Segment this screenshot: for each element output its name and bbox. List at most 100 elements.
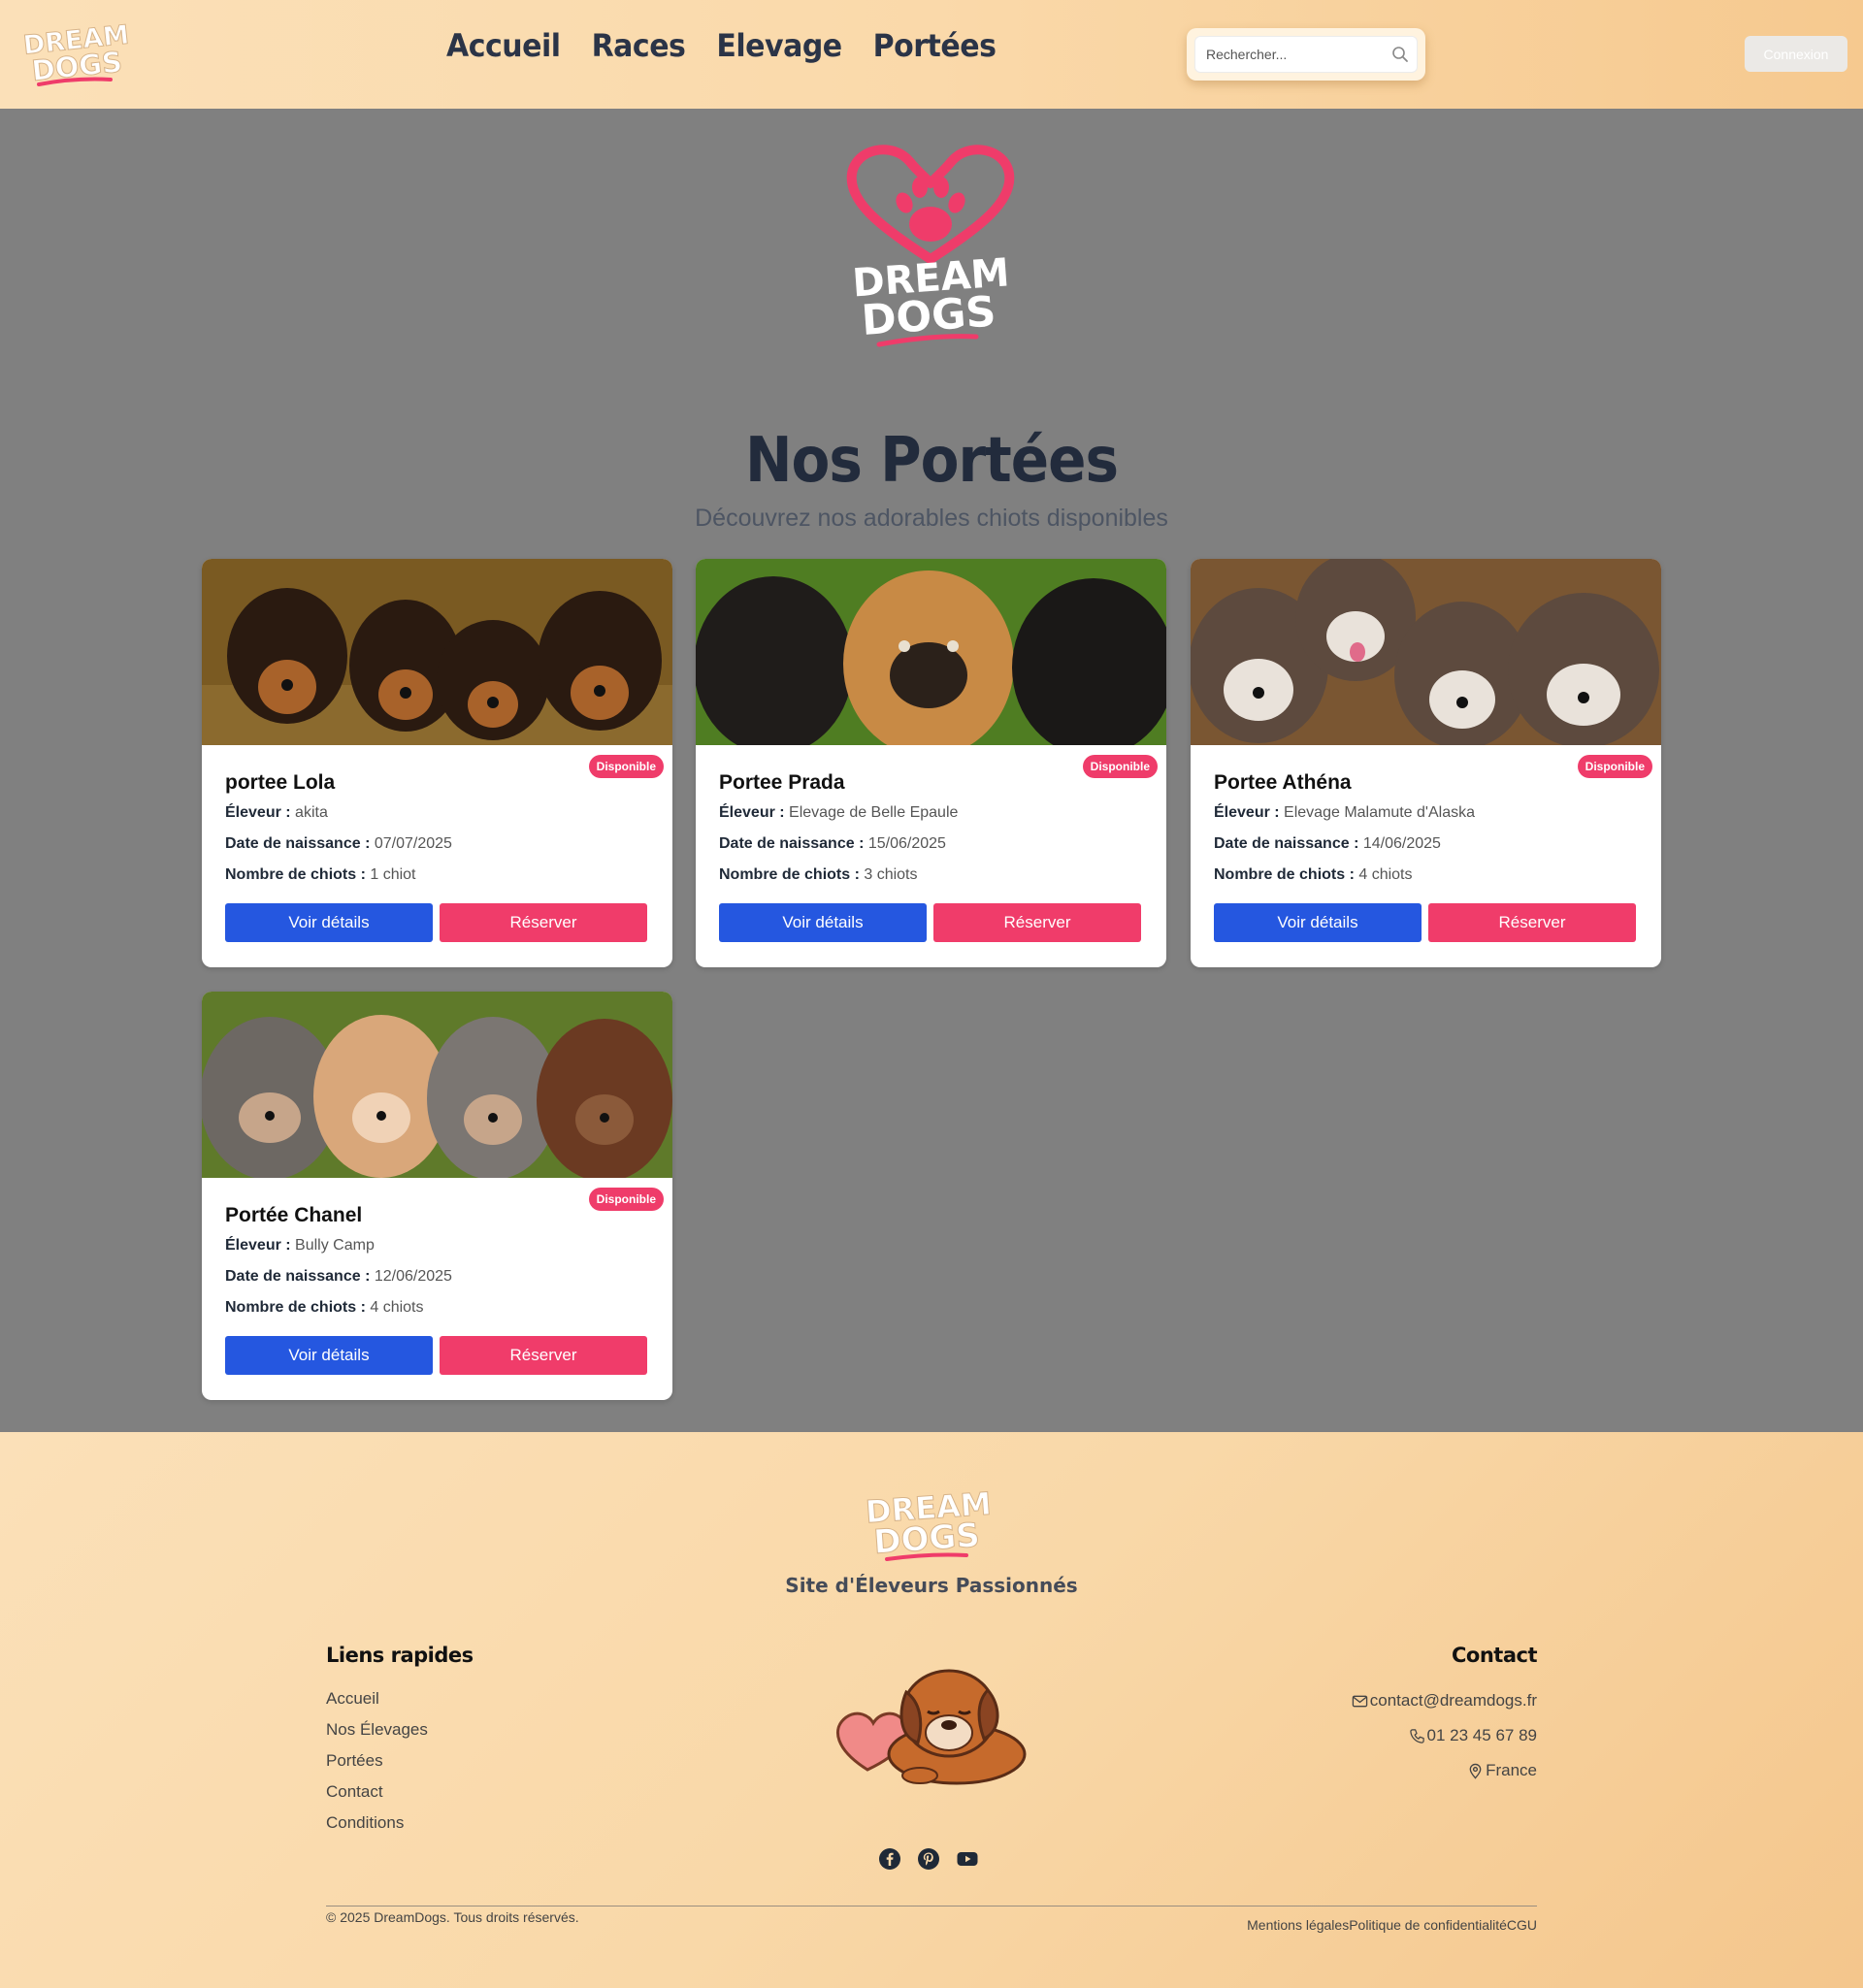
hero-logo: DREAM DOGS — [840, 141, 1021, 350]
phone-icon — [1409, 1728, 1424, 1744]
count-label: Nombre de chiots : — [225, 1299, 366, 1316]
footer-logo: DREAM DOGS — [862, 1484, 997, 1563]
count-label: Nombre de chiots : — [225, 866, 366, 883]
breeder-line: Éleveur : akita — [225, 804, 328, 822]
page-subtitle: Découvrez nos adorables chiots disponibl… — [695, 505, 1168, 532]
count-label: Nombre de chiots : — [719, 866, 860, 883]
birthdate-label: Date de naissance : — [1214, 835, 1359, 852]
count-value: 4 chiots — [370, 1299, 424, 1316]
legal-link-privacy[interactable]: Politique de confidentialité — [1349, 1917, 1507, 1933]
page-title: Nos Portées — [745, 423, 1119, 497]
social-links — [878, 1847, 979, 1871]
puppy-mascot-illustration — [831, 1653, 1030, 1789]
litter-photo — [696, 559, 1166, 745]
reserve-button[interactable]: Réserver — [933, 903, 1141, 942]
litter-card: Disponible portee Lola Éleveur : akita D… — [202, 559, 672, 967]
footer-link-contact[interactable]: Contact — [326, 1782, 428, 1813]
nav-races[interactable]: Races — [592, 28, 686, 65]
contact-location: France — [1467, 1761, 1537, 1780]
search-icon[interactable] — [1391, 46, 1409, 63]
birthdate-label: Date de naissance : — [225, 835, 371, 852]
footer-tagline: Site d'Éleveurs Passionnés — [785, 1574, 1078, 1597]
location-pin-icon — [1469, 1763, 1482, 1779]
litter-photo — [202, 559, 672, 745]
legal-links: Mentions légales Politique de confidenti… — [1247, 1917, 1537, 1933]
birthdate-value: 14/06/2025 — [1362, 835, 1441, 852]
count-value: 1 chiot — [370, 866, 416, 883]
status-badge: Disponible — [588, 1188, 664, 1211]
header-logo[interactable]: DREAM DOGS — [21, 17, 136, 91]
legal-link-cgu[interactable]: CGU — [1507, 1917, 1537, 1933]
birthdate-value: 12/06/2025 — [374, 1268, 452, 1285]
birthdate-line: Date de naissance : 12/06/2025 — [225, 1268, 452, 1286]
status-badge: Disponible — [1577, 755, 1652, 778]
birthdate-value: 07/07/2025 — [374, 835, 452, 852]
breeder-value: akita — [295, 804, 328, 821]
quick-links-title: Liens rapides — [326, 1644, 474, 1667]
footer-link-elevages[interactable]: Nos Élevages — [326, 1720, 428, 1751]
litter-photo — [202, 992, 672, 1178]
count-line: Nombre de chiots : 3 chiots — [719, 866, 918, 884]
reserve-button[interactable]: Réserver — [1428, 903, 1636, 942]
birthdate-value: 15/06/2025 — [867, 835, 946, 852]
birthdate-line: Date de naissance : 15/06/2025 — [719, 835, 946, 853]
contact-phone[interactable]: 01 23 45 67 89 — [1409, 1726, 1537, 1745]
breeder-value: Elevage Malamute d'Alaska — [1284, 804, 1475, 821]
details-button[interactable]: Voir détails — [225, 903, 433, 942]
footer-link-portees[interactable]: Portées — [326, 1751, 428, 1782]
search-box — [1187, 28, 1425, 81]
birthdate-label: Date de naissance : — [225, 1268, 371, 1285]
details-button[interactable]: Voir détails — [225, 1336, 433, 1375]
nav-portees[interactable]: Portées — [873, 28, 997, 65]
footer-link-conditions[interactable]: Conditions — [326, 1813, 428, 1844]
nav-accueil[interactable]: Accueil — [446, 28, 561, 65]
breeder-label: Éleveur : — [225, 804, 291, 821]
details-button[interactable]: Voir détails — [719, 903, 927, 942]
litter-title: Portee Athéna — [1214, 771, 1352, 794]
birthdate-line: Date de naissance : 14/06/2025 — [1214, 835, 1441, 853]
litter-title: portee Lola — [225, 771, 336, 794]
breeder-label: Éleveur : — [719, 804, 785, 821]
site-footer: DREAM DOGS Site d'Éleveurs Passionnés Li… — [0, 1432, 1863, 1988]
litter-card: Disponible Portee Athéna Éleveur : Eleva… — [1191, 559, 1661, 967]
quick-links: Accueil Nos Élevages Portées Contact Con… — [326, 1689, 428, 1844]
litter-title: Portee Prada — [719, 771, 845, 794]
contact-email[interactable]: contact@dreamdogs.fr — [1352, 1691, 1537, 1711]
breeder-line: Éleveur : Elevage Malamute d'Alaska — [1214, 804, 1475, 822]
login-button[interactable]: Connexion — [1745, 36, 1847, 72]
footer-link-accueil[interactable]: Accueil — [326, 1689, 428, 1720]
litter-card: Disponible Portee Prada Éleveur : Elevag… — [696, 559, 1166, 967]
pinterest-icon[interactable] — [917, 1847, 940, 1871]
mail-icon — [1352, 1695, 1368, 1707]
status-badge: Disponible — [1082, 755, 1158, 778]
facebook-icon[interactable] — [878, 1847, 901, 1871]
count-line: Nombre de chiots : 1 chiot — [225, 866, 416, 884]
count-line: Nombre de chiots : 4 chiots — [225, 1299, 424, 1317]
contact-email-text: contact@dreamdogs.fr — [1369, 1691, 1537, 1710]
copyright: © 2025 DreamDogs. Tous droits réservés. — [326, 1909, 579, 1925]
litter-card: Disponible Portée Chanel Éleveur : Bully… — [202, 992, 672, 1400]
reserve-button[interactable]: Réserver — [440, 903, 647, 942]
youtube-icon[interactable] — [956, 1847, 979, 1871]
main-nav: Accueil Races Elevage Portées — [446, 28, 997, 65]
reserve-button[interactable]: Réserver — [440, 1336, 647, 1375]
nav-elevage[interactable]: Elevage — [716, 28, 842, 65]
footer-divider — [326, 1906, 1537, 1907]
contact-title: Contact — [1452, 1644, 1538, 1667]
birthdate-line: Date de naissance : 07/07/2025 — [225, 835, 452, 853]
breeder-line: Éleveur : Bully Camp — [225, 1237, 375, 1255]
breeder-label: Éleveur : — [225, 1237, 291, 1254]
legal-link-mentions[interactable]: Mentions légales — [1247, 1917, 1349, 1933]
breeder-label: Éleveur : — [1214, 804, 1280, 821]
breeder-value: Bully Camp — [295, 1237, 375, 1254]
count-value: 4 chiots — [1358, 866, 1413, 883]
count-line: Nombre de chiots : 4 chiots — [1214, 866, 1413, 884]
count-label: Nombre de chiots : — [1214, 866, 1355, 883]
litter-title: Portée Chanel — [225, 1204, 363, 1226]
breeder-value: Elevage de Belle Epaule — [789, 804, 959, 821]
site-header: DREAM DOGS Accueil Races Elevage Portées… — [0, 0, 1863, 109]
details-button[interactable]: Voir détails — [1214, 903, 1422, 942]
status-badge: Disponible — [588, 755, 664, 778]
birthdate-label: Date de naissance : — [719, 835, 865, 852]
search-input[interactable] — [1195, 37, 1380, 72]
